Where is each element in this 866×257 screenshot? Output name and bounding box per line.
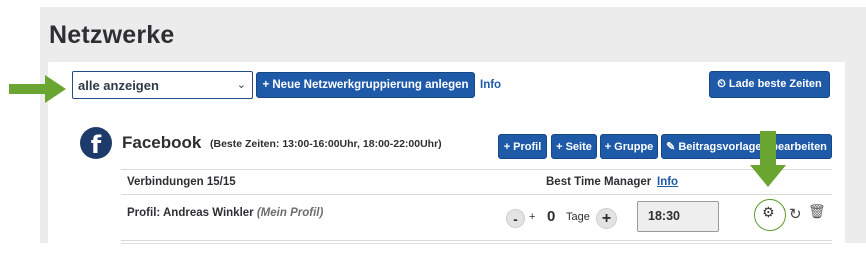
divider bbox=[121, 243, 832, 244]
days-label: Tage bbox=[566, 211, 590, 223]
refresh-icon[interactable]: ↻ bbox=[789, 205, 802, 223]
best-times-text: (Beste Zeiten: 13:00-16:00Uhr, 18:00-22:… bbox=[210, 138, 442, 150]
network-name: Facebook bbox=[122, 133, 202, 152]
edit-post-templates-button[interactable]: ✎ Beitragsvorlagen bearbeiten bbox=[661, 134, 832, 159]
profile-name: Profil: Andreas Winkler bbox=[127, 207, 254, 219]
chevron-down-icon: ⌄ bbox=[236, 79, 246, 91]
connections-count: Verbindungen 15/15 bbox=[127, 176, 236, 188]
own-profile-tag: (Mein Profil) bbox=[256, 207, 324, 219]
increase-days-button[interactable]: + bbox=[596, 208, 617, 229]
add-group-button[interactable]: + Gruppe bbox=[600, 134, 658, 159]
stage: Netzwerke alle anzeigen ⌄ + Neue Netzwer… bbox=[0, 0, 866, 257]
network-filter-select[interactable]: alle anzeigen ⌄ bbox=[72, 71, 253, 99]
page-title: Netzwerke bbox=[49, 21, 175, 49]
decrease-days-button[interactable]: - bbox=[506, 209, 525, 228]
trash-icon[interactable]: 🗑 bbox=[808, 204, 826, 220]
bottom-edge bbox=[0, 243, 866, 257]
profile-label: Profil: Andreas Winkler (Mein Profil) bbox=[127, 207, 323, 219]
arrow-down-icon bbox=[750, 131, 786, 187]
add-profile-button[interactable]: + Profil bbox=[498, 134, 547, 159]
facebook-logo-icon: f bbox=[80, 127, 112, 159]
info-link[interactable]: Info bbox=[480, 79, 501, 91]
add-page-button[interactable]: + Seite bbox=[551, 134, 597, 159]
days-value: 0 bbox=[547, 208, 556, 225]
time-value: 18:30 bbox=[648, 209, 680, 223]
load-best-times-button[interactable]: ⏲ Lade beste Zeiten bbox=[709, 71, 830, 98]
best-time-manager-label: Best Time Manager bbox=[546, 176, 652, 188]
gear-icon[interactable]: ⚙ bbox=[762, 205, 775, 221]
new-grouping-button[interactable]: + Neue Netzwerkgruppierung anlegen bbox=[256, 72, 475, 98]
best-time-manager-info-link[interactable]: Info bbox=[657, 176, 678, 188]
filter-value: alle anzeigen bbox=[78, 78, 159, 93]
arrow-right-icon bbox=[9, 75, 66, 103]
plus-sign: + bbox=[529, 211, 536, 223]
